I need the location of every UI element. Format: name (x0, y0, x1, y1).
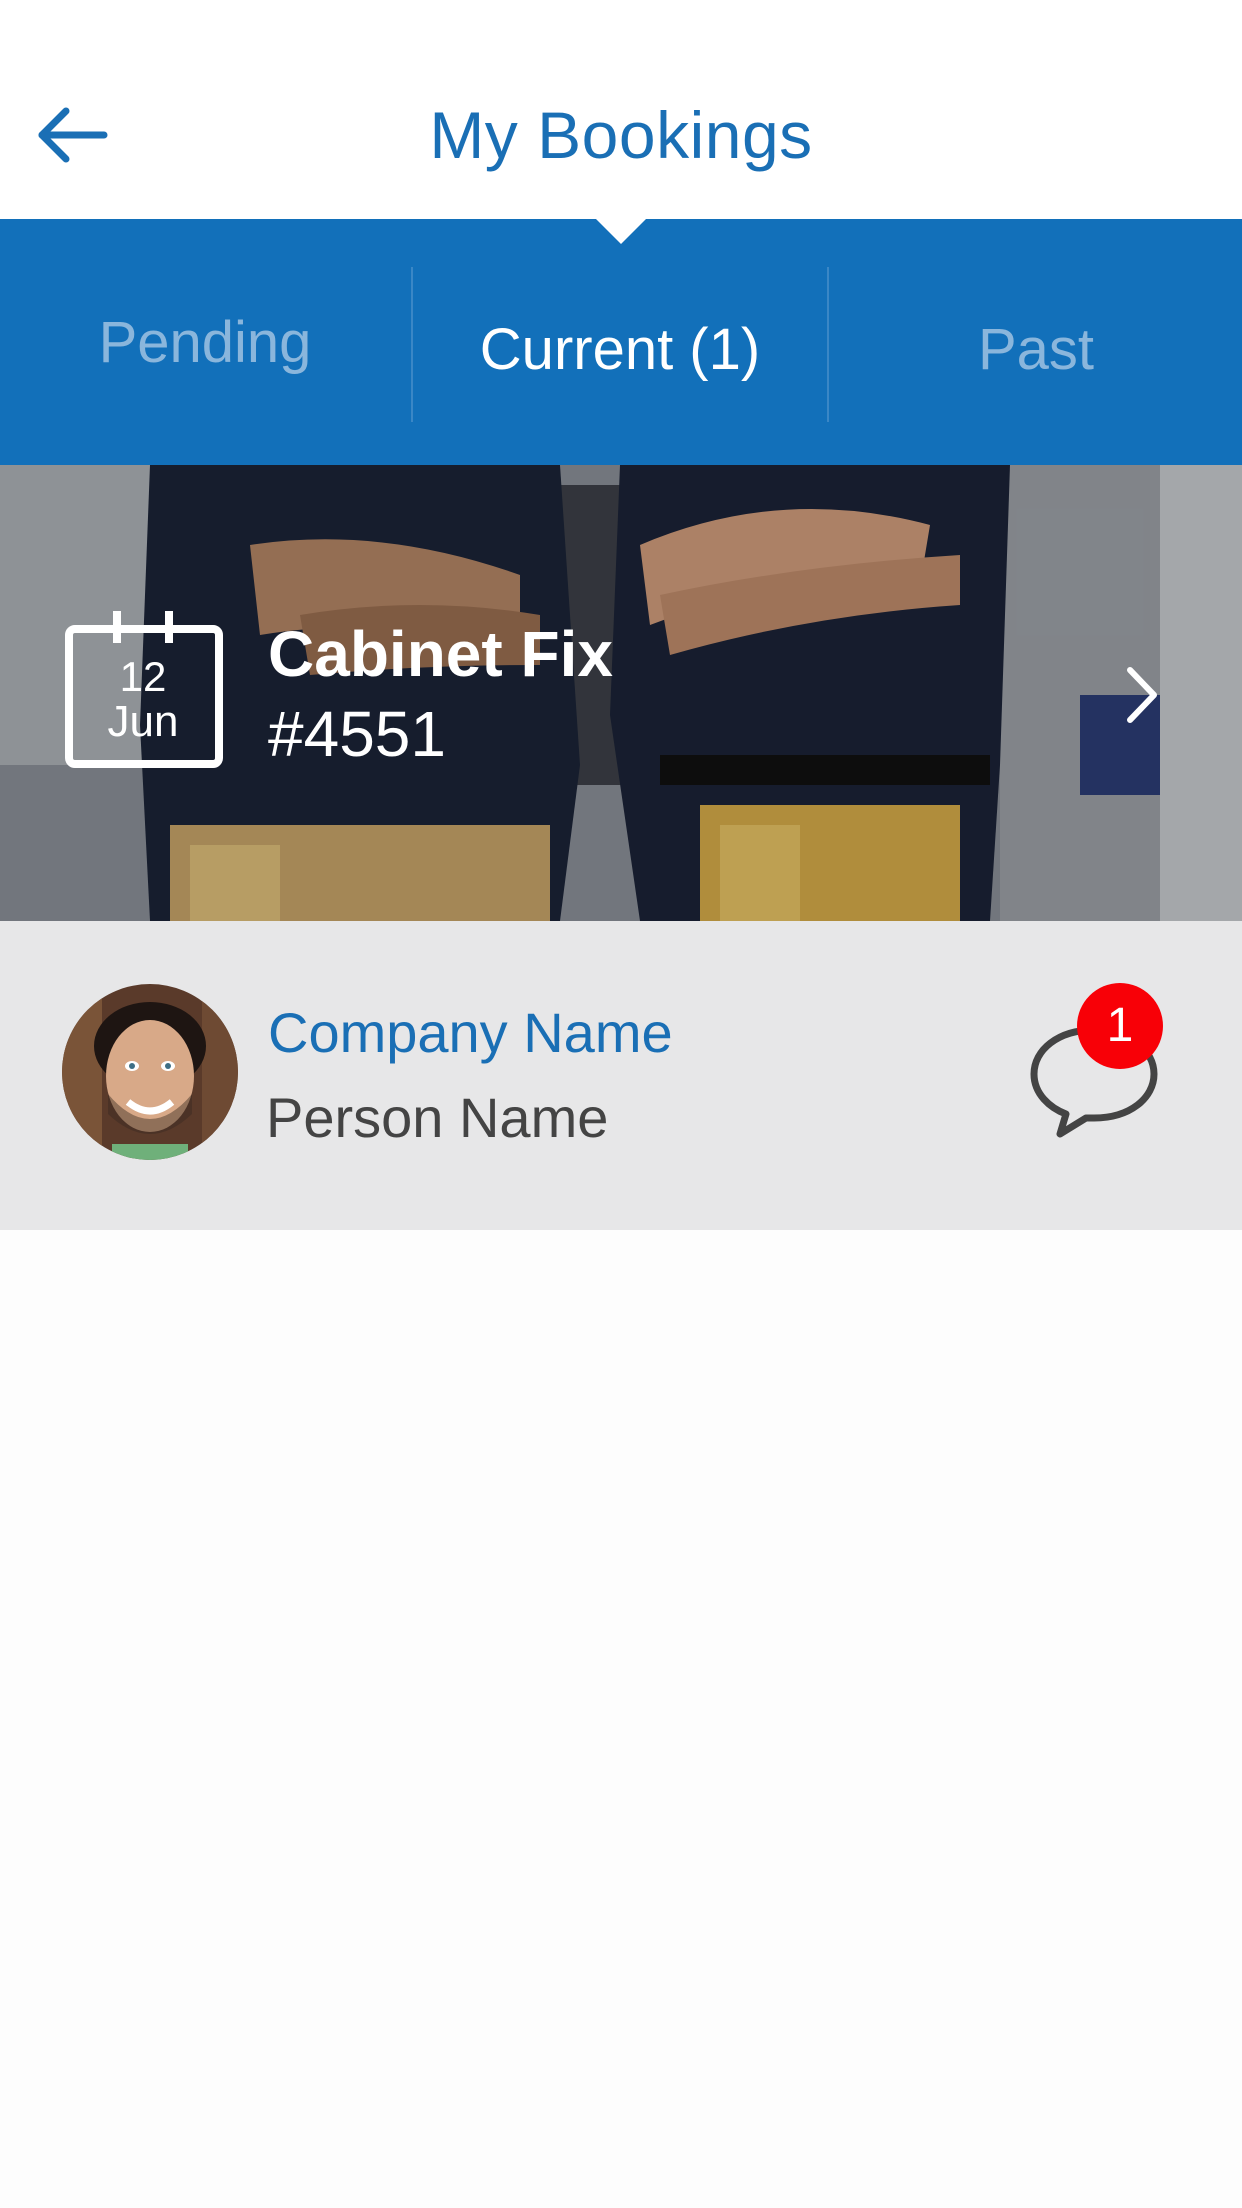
booking-month: Jun (107, 697, 179, 746)
unread-badge: 1 (1077, 983, 1163, 1069)
page-title: My Bookings (429, 98, 813, 172)
tab-past[interactable]: Past (830, 270, 1242, 430)
person-name: Person Name (266, 1086, 609, 1149)
tab-pending[interactable]: Pending (0, 263, 410, 423)
tab-current[interactable]: Current (1) (414, 270, 826, 430)
booking-number: #4551 (268, 698, 446, 770)
chevron-right-icon[interactable] (1122, 665, 1162, 725)
booking-day: 12 (119, 653, 167, 700)
avatar (62, 984, 238, 1160)
tab-divider (827, 267, 829, 422)
booking-title: Cabinet Fix (268, 618, 613, 690)
company-name: Company Name (268, 1001, 673, 1064)
active-tab-indicator (596, 219, 646, 244)
person-photo (62, 984, 238, 1160)
tab-divider (411, 267, 413, 422)
